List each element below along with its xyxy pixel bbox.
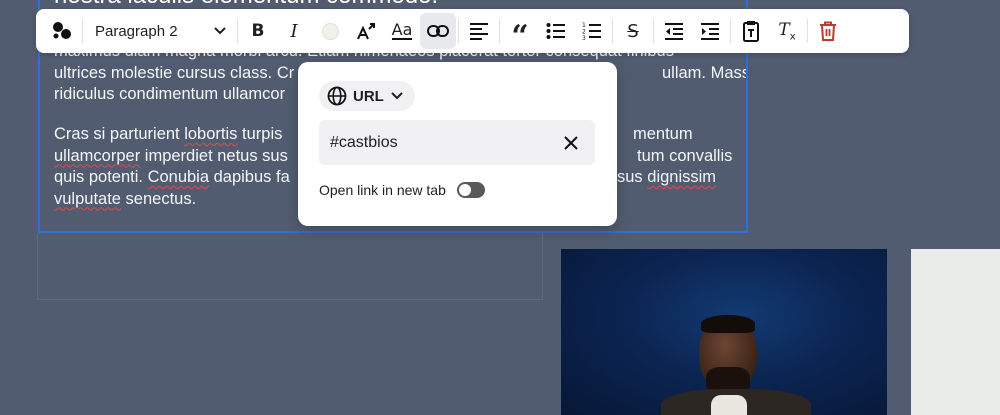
divider [82, 19, 83, 43]
new-tab-option: Open link in new tab [319, 182, 485, 198]
blocks-icon[interactable] [44, 13, 80, 49]
delete-block-button[interactable] [810, 13, 846, 49]
quote-icon: “ [511, 19, 529, 54]
text-color-button[interactable] [312, 13, 348, 49]
block-style-label: Paragraph 2 [95, 22, 178, 40]
italic-icon: I [290, 20, 298, 42]
link-icon [427, 25, 449, 37]
outdent-icon [665, 23, 683, 40]
outdent-button[interactable] [656, 13, 692, 49]
trash-icon [820, 21, 836, 41]
url-input[interactable] [330, 133, 550, 152]
text-format-toolbar: Paragraph 2 B I Aa “ 123 S Tx [36, 9, 909, 53]
bold-icon: B [251, 21, 265, 41]
clear-format-button[interactable]: Tx [769, 13, 805, 49]
new-tab-label: Open link in new tab [319, 182, 446, 198]
empty-block-outline[interactable] [37, 234, 543, 300]
clear-url-button[interactable] [561, 133, 581, 153]
align-left-icon [470, 23, 488, 40]
chevron-down-icon [391, 92, 403, 100]
paste-text-button[interactable] [733, 13, 769, 49]
italic-button[interactable]: I [276, 13, 312, 49]
link-type-label: URL [353, 87, 384, 105]
svg-text:3: 3 [582, 35, 586, 41]
divider [499, 19, 500, 43]
strikethrough-button[interactable]: S [615, 13, 651, 49]
block-style-dropdown[interactable]: Paragraph 2 [85, 13, 235, 49]
numbered-list-button[interactable]: 123 [574, 13, 610, 49]
bullet-list-button[interactable] [538, 13, 574, 49]
paste-text-icon [743, 21, 759, 42]
align-left-button[interactable] [461, 13, 497, 49]
bold-button[interactable]: B [240, 13, 276, 49]
bullet-list-icon [546, 23, 565, 39]
divider [807, 19, 808, 43]
font-size-icon [357, 23, 375, 40]
divider [612, 19, 613, 43]
strikethrough-icon: S [627, 20, 639, 42]
font-style-icon: Aa [391, 20, 413, 40]
url-field[interactable] [319, 120, 595, 165]
font-size-button[interactable] [348, 13, 384, 49]
indent-button[interactable] [692, 13, 728, 49]
link-type-dropdown[interactable]: URL [319, 81, 415, 111]
clear-format-icon: Tx [778, 19, 796, 43]
portrait-photo[interactable] [561, 249, 887, 415]
text-color-icon [321, 22, 339, 40]
divider [237, 19, 238, 43]
quote-button[interactable]: “ [502, 13, 538, 54]
divider [458, 19, 459, 43]
globe-icon [327, 86, 347, 106]
chevron-down-icon [214, 27, 226, 35]
font-style-button[interactable]: Aa [384, 13, 420, 49]
indent-icon [701, 23, 719, 40]
numbered-list-icon: 123 [582, 22, 601, 41]
new-tab-toggle[interactable] [456, 182, 485, 198]
adjacent-image-panel[interactable] [911, 249, 1000, 415]
close-icon [564, 135, 578, 150]
link-button[interactable] [420, 13, 456, 49]
divider [730, 19, 731, 43]
link-popover: URL Open link in new tab [298, 62, 617, 226]
divider [653, 19, 654, 43]
